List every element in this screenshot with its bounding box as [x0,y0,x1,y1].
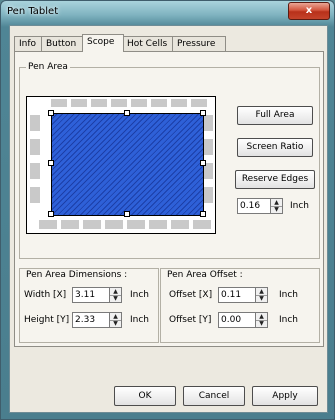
hot-cell-key [171,99,187,107]
hot-cell-key [39,220,57,229]
height-spin-buttons: ▲ ▼ [109,312,122,328]
spin-down-icon[interactable]: ▼ [271,206,282,213]
offset-x-label: Offset [X] [169,290,213,300]
offset-y-spinner: 0.00 ▲ ▼ [218,312,270,328]
height-input[interactable]: 2.33 [72,312,110,328]
tab-scope[interactable]: Scope [82,34,124,52]
hot-cell-key [30,139,40,155]
close-button[interactable]: x [288,2,330,20]
ok-button[interactable]: OK [114,386,176,406]
tab-info[interactable]: Info [14,36,42,51]
tab-button[interactable]: Button [41,36,84,51]
hot-cell-key [191,99,207,107]
hot-cell-key [30,115,40,131]
hot-cell-key [105,220,123,229]
hot-cell-key [91,99,107,107]
apply-button[interactable]: Apply [252,386,318,406]
tab-hot-cells[interactable]: Hot Cells [122,36,174,51]
scope-tab-panel: Pen Area Full Area Screen Ratio Reserve … [14,51,324,347]
width-unit: Inch [130,290,150,300]
spin-down-icon[interactable]: ▼ [110,320,121,327]
pen-area-dimensions-group: Pen Area Dimensions : Width [X] 3.11 ▲ ▼… [19,268,159,343]
hot-cell-key [127,220,145,229]
dialog-window: Pen Tablet x Info Button Scope Hot Cells… [0,0,335,420]
pen-area-title: Pen Area [26,62,70,72]
offset-x-unit: Inch [279,290,299,300]
hot-cell-key [51,99,67,107]
offset-x-input[interactable]: 0.11 [218,287,256,303]
tablet-preview [26,96,216,234]
width-spin-buttons: ▲ ▼ [109,287,122,303]
edge-margin-spinner: 0.16 ▲ ▼ [237,198,285,214]
full-area-button[interactable]: Full Area [237,106,313,125]
active-pen-area[interactable] [51,113,204,216]
resize-handle-bottom-right[interactable] [200,211,206,217]
dialog-client-area: Info Button Scope Hot Cells Pressure Pen… [9,25,328,413]
offset-y-input[interactable]: 0.00 [218,312,256,328]
width-input[interactable]: 3.11 [72,287,110,303]
resize-handle-top-left[interactable] [48,110,54,116]
offset-x-spin-buttons: ▲ ▼ [255,287,268,303]
hot-cell-key [193,220,211,229]
hot-cell-key [30,187,40,203]
hot-cell-key [203,139,213,155]
window-title: Pen Tablet [7,6,59,17]
tab-pressure[interactable]: Pressure [172,36,226,51]
edge-margin-spin-buttons: ▲ ▼ [270,198,283,214]
edge-margin-unit: Inch [290,201,310,211]
reserve-edges-button[interactable]: Reserve Edges [235,170,315,189]
dimensions-title: Pen Area Dimensions : [24,270,130,280]
resize-handle-top-right[interactable] [200,110,206,116]
resize-handle-bottom-left[interactable] [48,211,54,217]
resize-handle-bottom[interactable] [124,211,130,217]
screen-ratio-button[interactable]: Screen Ratio [237,138,313,157]
pen-area-group: Pen Area Full Area Screen Ratio Reserve … [19,62,320,259]
spin-down-icon[interactable]: ▼ [110,295,121,302]
cancel-button[interactable]: Cancel [183,386,245,406]
offset-x-spinner: 0.11 ▲ ▼ [218,287,270,303]
edge-margin-input[interactable]: 0.16 [237,198,271,214]
hot-cell-key [30,163,40,179]
hot-cell-key [61,220,79,229]
width-label: Width [X] [24,290,67,300]
width-spinner: 3.11 ▲ ▼ [72,287,124,303]
hot-cell-key [71,99,87,107]
hot-cell-key [203,187,213,203]
offset-title: Pen Area Offset : [165,270,245,280]
offset-y-label: Offset [Y] [169,315,212,325]
resize-handle-top[interactable] [124,110,130,116]
resize-handle-right[interactable] [200,160,206,166]
height-label: Height [Y] [24,315,70,325]
hot-cell-key [111,99,127,107]
hot-cell-key [83,220,101,229]
hot-cell-key [151,99,167,107]
resize-handle-left[interactable] [48,160,54,166]
title-bar[interactable]: Pen Tablet x [1,1,334,25]
spin-down-icon[interactable]: ▼ [256,295,267,302]
pen-area-offset-group: Pen Area Offset : Offset [X] 0.11 ▲ ▼ In… [160,268,320,343]
hot-cell-key [131,99,147,107]
offset-y-unit: Inch [279,315,299,325]
hot-cell-key [203,115,213,131]
spin-down-icon[interactable]: ▼ [256,320,267,327]
offset-y-spin-buttons: ▲ ▼ [255,312,268,328]
height-unit: Inch [130,315,150,325]
hot-cell-key [149,220,167,229]
hot-cell-key [171,220,189,229]
height-spinner: 2.33 ▲ ▼ [72,312,124,328]
close-icon: x [305,5,313,16]
